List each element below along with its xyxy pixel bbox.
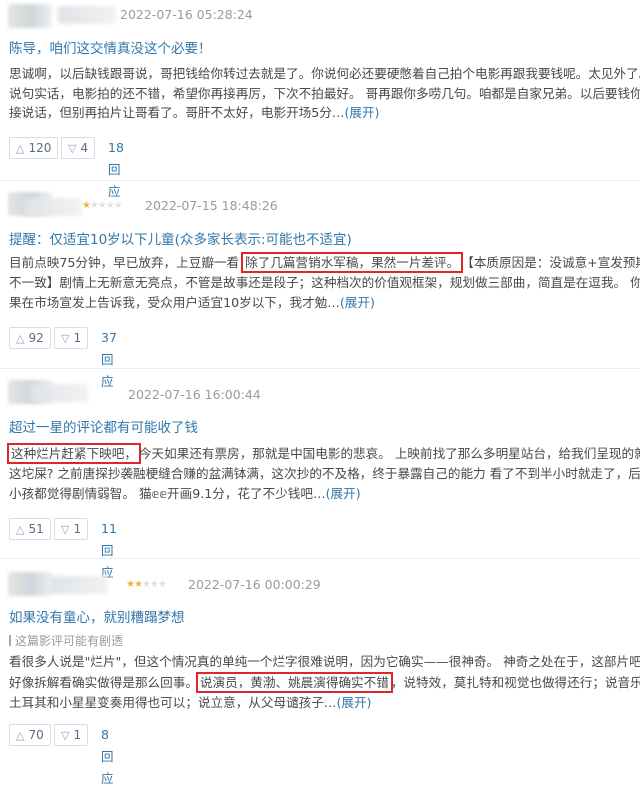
expand-link[interactable]: (展开)	[344, 105, 379, 120]
review-line: 好像拆解看确实做得是那么回事。 说演员，黄渤、姚晨演得确实不错 ，说特效，莫扎特和视…	[9, 671, 640, 693]
review-time: 2022-07-16 16:00:44	[128, 387, 261, 402]
divider	[0, 180, 640, 181]
avatar[interactable]	[8, 4, 52, 28]
avatar[interactable]	[8, 572, 52, 596]
useful-button[interactable]: △ 92	[9, 327, 51, 349]
review-line: 说句实话，电影拍的还不错，希望你再接再厉，下次不拍最好。 哥再跟你多唠几句。咱都…	[9, 85, 640, 101]
rating-stars: ★★★★★	[82, 200, 123, 211]
username[interactable]	[24, 198, 82, 216]
divider	[0, 558, 640, 559]
username[interactable]	[30, 384, 88, 402]
highlight-box: 说演员，黄渤、姚晨演得确实不错	[195, 671, 393, 693]
thumbs-up-icon: △	[16, 142, 25, 155]
thumbs-down-icon: ▽	[68, 142, 77, 155]
useful-button[interactable]: △ 51	[9, 518, 51, 540]
useless-button[interactable]: ▽ 4	[61, 137, 96, 159]
review-card: ★★★★★ 2022-07-16 00:00:29 如果没有童心，就别糟蹋梦想 …	[0, 566, 640, 786]
useful-button[interactable]: △ 120	[9, 137, 59, 159]
review-line: 土耳其和小星星变奏用得也可以；说立意，从父母谴孩子…(展开)	[9, 694, 372, 710]
review-body: 这种烂片赶紧下映吧， 今天如果还有票房，那就是中国电影的悲哀。 上映前找了那么多明…	[7, 443, 640, 503]
thumbs-up-icon: △	[16, 332, 25, 345]
review-card: ★★★★★ 2022-07-15 18:48:26 提醒：仅适宜10岁以下儿童(…	[0, 186, 640, 389]
review-line: 这种烂片赶紧下映吧， 今天如果还有票房，那就是中国电影的悲哀。 上映前找了那么多明…	[7, 443, 640, 464]
rating-stars: ★★★★★	[126, 579, 167, 590]
expand-link[interactable]: (展开)	[326, 486, 361, 501]
divider	[0, 368, 640, 369]
highlight-box: 这种烂片赶紧下映吧，	[7, 443, 141, 464]
review-line: 目前点映75分钟，早已放弃，上豆瓣一看 除了几篇营销水军稿，果然一片差评。 【本质…	[9, 252, 640, 273]
review-card: 2022-07-16 16:00:44 超过一星的评论都有可能收了钱 这种烂片赶…	[0, 372, 640, 580]
review-time: 2022-07-16 00:00:29	[188, 577, 321, 592]
thumbs-down-icon: ▽	[61, 729, 70, 742]
reply-link[interactable]: 8回应	[101, 724, 114, 790]
review-title[interactable]: 陈导，咱们这交情真没这个必要！	[9, 37, 212, 57]
review-body: 看很多人说是"烂片"，但这个情况真的单纯一个烂字很难说明，因为它确实——很神奇。…	[9, 652, 640, 712]
review-line: 接说话，但别再拍片让哥看了。哥肝不太好，电影开场5分…(展开)	[9, 105, 380, 120]
review-line: 看很多人说是"烂片"，但这个情况真的单纯一个烂字很难说明，因为它确实——很神奇。…	[9, 654, 640, 669]
review-time: 2022-07-15 18:48:26	[145, 198, 278, 213]
review-body: 目前点映75分钟，早已放弃，上豆瓣一看 除了几篇营销水军稿，果然一片差评。 【本质…	[9, 252, 640, 312]
username[interactable]	[50, 576, 108, 594]
highlight-box: 除了几篇营销水军稿，果然一片差评。	[241, 252, 464, 273]
useless-button[interactable]: ▽ 1	[54, 327, 89, 349]
review-title[interactable]: 如果没有童心，就别糟蹋梦想	[9, 606, 185, 626]
spoiler-notice: 这篇影评可能有剧透	[9, 632, 123, 649]
review-line: 小孩都觉得剧情弱智。 猫𝕖𝕖开画9.1分，花了不少钱吧…(展开)	[9, 485, 361, 501]
thumbs-up-icon: △	[16, 729, 25, 742]
useless-button[interactable]: ▽ 1	[54, 724, 89, 746]
useless-button[interactable]: ▽ 1	[54, 518, 89, 540]
expand-link[interactable]: (展开)	[336, 695, 371, 710]
review-body: 思诚啊，以后缺钱跟哥说，哥把钱给你转过去就是了。你说何必还要硬憋着自己拍个电影再…	[9, 64, 640, 123]
review-line: 不一致】剧情上无新意无亮点，不管是故事还是段子；这种档次的价值观框架，规划做三部…	[9, 275, 640, 290]
review-line: 思诚啊，以后缺钱跟哥说，哥把钱给你转过去就是了。你说何必还要硬憋着自己拍个电影再…	[9, 66, 640, 81]
review-time: 2022-07-16 05:28:24	[120, 7, 253, 22]
review-title[interactable]: 提醒：仅适宜10岁以下儿童(众多家长表示:可能也不适宜)	[9, 228, 352, 248]
review-card: 2022-07-16 05:28:24 陈导，咱们这交情真没这个必要！ 思诚啊，…	[0, 0, 640, 199]
review-line: 果在市场宣发上告诉我，受众用户适宜10岁以下，我才勉…(展开)	[9, 294, 375, 310]
useful-button[interactable]: △ 70	[9, 724, 51, 746]
thumbs-down-icon: ▽	[61, 523, 70, 536]
thumbs-up-icon: △	[16, 523, 25, 536]
expand-link[interactable]: (展开)	[340, 295, 375, 310]
review-title[interactable]: 超过一星的评论都有可能收了钱	[9, 416, 198, 436]
username[interactable]	[58, 6, 116, 24]
thumbs-down-icon: ▽	[61, 332, 70, 345]
review-line: 这坨屎? 之前唐探抄袭融梗缝合赚的盆满钵满，这次抄的不及格，终于暴露自己的能力 …	[9, 466, 640, 481]
